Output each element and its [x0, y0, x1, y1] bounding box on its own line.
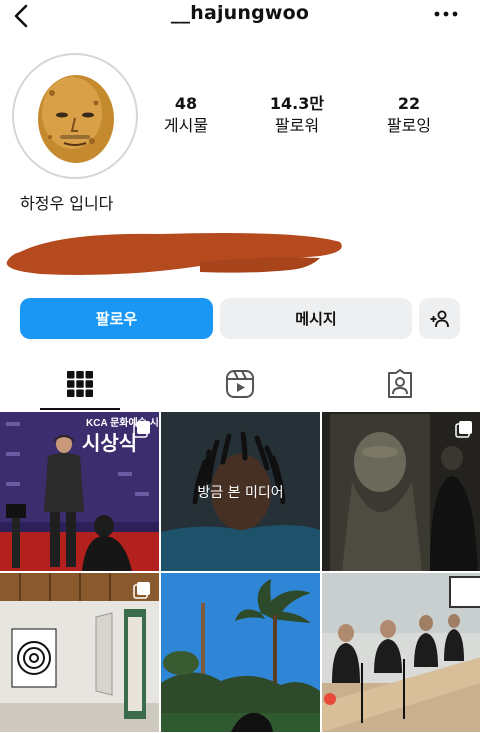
posts-label: 게시물 [163, 116, 209, 135]
tab-posts-grid[interactable] [0, 358, 160, 410]
profile-tabs [0, 358, 480, 412]
posts-number: 48 [174, 94, 198, 113]
posts-count: 48 게시물 [141, 94, 231, 137]
recently-viewed-label: 방금 본 미디어 [197, 485, 284, 501]
tagged-icon [388, 369, 412, 398]
post-thumbnail[interactable] [0, 573, 159, 732]
followers-number: 14.3만 [269, 94, 325, 113]
followers-label: 팔로워 [274, 116, 320, 135]
suggest-users-button[interactable] [419, 298, 460, 339]
multiple-photos-icon [133, 421, 150, 438]
redaction-scribble [6, 233, 342, 275]
following-label: 팔로잉 [386, 116, 432, 135]
reels-icon [226, 370, 254, 398]
post-thumbnail[interactable]: 방금 본 미디어 [161, 412, 320, 571]
post-thumbnail[interactable] [161, 573, 320, 732]
add-user-icon [430, 310, 449, 327]
avatar[interactable] [22, 63, 128, 169]
profile-username: __hajungwoo [170, 2, 310, 24]
profile-bio: 하정우 입니다 [20, 194, 114, 213]
message-button[interactable]: 메시지 [220, 298, 412, 339]
svg-text:시상식: 시상식 [82, 431, 137, 455]
tab-reels[interactable] [160, 358, 320, 410]
active-tab-indicator [40, 408, 120, 410]
posts-grid: KCA 문화예술 시상식 시상식 [0, 412, 480, 733]
following-number: 22 [397, 94, 421, 113]
post-thumbnail[interactable] [322, 412, 480, 571]
multiple-photos-icon [455, 421, 472, 438]
more-options-icon[interactable] [432, 4, 460, 24]
follow-button[interactable]: 팔로우 [20, 298, 213, 339]
tab-tagged[interactable] [320, 358, 480, 410]
post-thumbnail[interactable] [322, 573, 480, 732]
grid-icon [67, 371, 93, 397]
multiple-photos-icon [133, 582, 150, 599]
post-thumbnail[interactable]: KCA 문화예술 시상식 시상식 [0, 412, 159, 571]
following-count[interactable]: 22 팔로잉 [364, 94, 454, 137]
top-bar: __hajungwoo [0, 0, 480, 30]
followers-count[interactable]: 14.3만 팔로워 [252, 94, 342, 137]
